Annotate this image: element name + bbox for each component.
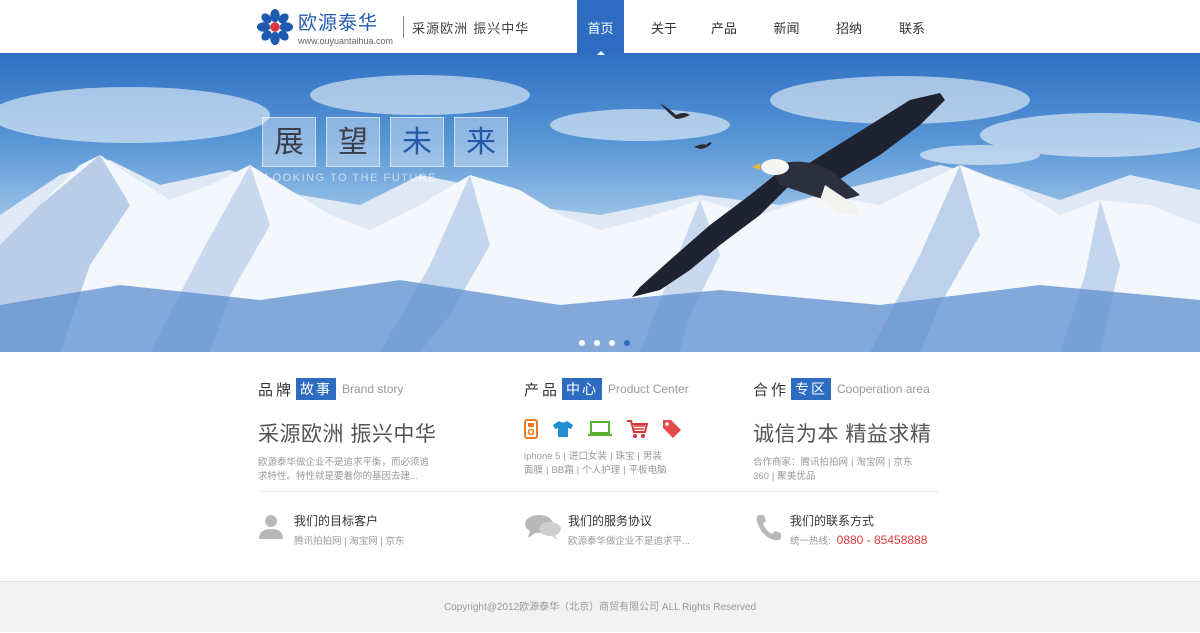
mountain-scenery-image: [0, 75, 1200, 352]
target-customers-block: 我们的目标客户 腾讯拍拍网 | 淘宝网 | 京东: [258, 512, 405, 547]
brand-slogan: 采源欧洲 振兴中华: [412, 21, 530, 37]
cooperation-section: 合作 专区 Cooperation area 诚信为本 精益求精 合作商家：腾讯…: [753, 378, 953, 484]
banner-char: 望: [326, 117, 380, 167]
brand-headline: 采源欧洲 振兴中华: [258, 423, 437, 446]
hotline-number[interactable]: 0880 - 85458888: [837, 533, 928, 547]
mp3-player-icon[interactable]: [524, 419, 538, 439]
product-icons: [524, 418, 724, 440]
service-text: 腾讯拍拍网 | 淘宝网 | 京东: [294, 536, 405, 547]
service-text: 欧源泰华做企业不是追求平...: [568, 536, 690, 547]
product-categories: iphone 5 | 进口女装 | 珠宝 | 男装 面膜 | BB霜 | 个人护理 | 平板电脑: [524, 450, 724, 478]
banner-headline: 展 望 未 来: [262, 117, 508, 167]
section-heading: 品牌 故事 Brand story: [258, 378, 438, 400]
category-link[interactable]: 珠宝: [615, 451, 634, 462]
hotline-label: 统一热线:: [790, 536, 831, 547]
partner-link[interactable]: 聚美优品: [777, 471, 815, 482]
site-logo[interactable]: 欧源泰华 www.ouyuantaihua.com 采源欧洲 振兴中华: [256, 7, 529, 47]
service-agreement-block: 我们的服务协议 欧源泰华做企业不是追求平...: [524, 512, 690, 547]
category-link[interactable]: 男装: [643, 451, 662, 462]
slider-dot-active[interactable]: [624, 340, 630, 346]
brand-name: 欧源泰华: [298, 12, 379, 34]
banner-char: 来: [454, 117, 508, 167]
slider-pagination: [579, 340, 630, 346]
section-heading: 合作 专区 Cooperation area: [753, 378, 953, 400]
section-subtitle: Cooperation area: [837, 382, 930, 396]
cooperation-headline: 诚信为本 精益求精: [753, 423, 932, 446]
copyright-text: Copyright@2012欧源泰华（北京）商贸有限公司 ALL Rights …: [443, 602, 757, 613]
partner-row: 合作商家：腾讯拍拍网 | 淘宝网 | 京东: [753, 457, 913, 468]
category-row: 面膜 | BB霜 | 个人护理 | 平板电脑: [524, 465, 667, 476]
service-title[interactable]: 我们的联系方式: [790, 512, 927, 529]
flower-logo-icon: [256, 8, 294, 46]
user-icon: [259, 515, 283, 539]
section-title: 合作: [753, 380, 790, 399]
site-footer: Copyright@2012欧源泰华（北京）商贸有限公司 ALL Rights …: [0, 581, 1200, 632]
nav-item-contact[interactable]: 联系: [869, 0, 955, 55]
category-link[interactable]: 进口女装: [569, 451, 607, 462]
laptop-icon[interactable]: [588, 421, 612, 437]
category-link[interactable]: 个人护理: [582, 465, 620, 476]
category-row: iphone 5 | 进口女装 | 珠宝 | 男装: [524, 451, 662, 462]
chat-bubbles-icon: [525, 515, 561, 540]
service-text: 统一热线: 0880 - 85458888: [790, 533, 927, 547]
shopping-cart-icon[interactable]: [626, 419, 648, 439]
logo-divider: [403, 16, 405, 38]
category-link[interactable]: BB霜: [551, 465, 573, 476]
banner-char: 未: [390, 117, 444, 167]
nav-item-about[interactable]: 关于: [624, 0, 704, 55]
category-link[interactable]: iphone 5: [524, 451, 560, 462]
partner-link[interactable]: 京东: [893, 457, 912, 468]
partner-link[interactable]: 淘宝网: [857, 457, 886, 468]
nav-item-products[interactable]: 产品: [704, 0, 744, 55]
brand-story-section: 品牌 故事 Brand story 采源欧洲 振兴中华 欧源泰华做企业不是追求平…: [258, 378, 438, 484]
product-center-section: 产品 中心 Product Center iphone 5 | 进口女装 | 珠…: [524, 378, 724, 478]
site-header: 欧源泰华 www.ouyuantaihua.com 采源欧洲 振兴中华 首页 关…: [0, 0, 1200, 55]
service-title[interactable]: 我们的服务协议: [568, 512, 690, 529]
slider-dot[interactable]: [594, 340, 600, 346]
category-link[interactable]: 平板电脑: [629, 465, 667, 476]
nav-item-careers[interactable]: 招纳: [829, 0, 869, 55]
slider-dot[interactable]: [579, 340, 585, 346]
nav-item-news[interactable]: 新闻: [744, 0, 829, 55]
hero-banner[interactable]: 展 望 未 来 LOOKING TO THE FUTURE: [0, 55, 1200, 352]
brand-description: 欧源泰华做企业不是追求平衡，而必须追求特性。特性就是要着你的基因去建...: [258, 457, 430, 482]
section-heading: 产品 中心 Product Center: [524, 378, 724, 400]
brand-url: www.ouyuantaihua.com: [298, 36, 394, 46]
section-subtitle: Product Center: [608, 382, 689, 396]
partner-list: 合作商家：腾讯拍拍网 | 淘宝网 | 京东 360 | 聚美优品: [753, 456, 953, 484]
partner-link[interactable]: 腾讯拍拍网: [801, 457, 849, 468]
partner-link[interactable]: 360: [753, 471, 769, 482]
slider-dot[interactable]: [609, 340, 615, 346]
section-title: 品牌: [258, 380, 295, 399]
section-tag: 故事: [296, 378, 337, 400]
partner-row: 360 | 聚美优品: [753, 471, 816, 482]
contact-info-block: 我们的联系方式 统一热线: 0880 - 85458888: [754, 512, 927, 547]
partners-label: 合作商家：: [753, 457, 801, 468]
banner-char: 展: [262, 117, 316, 167]
main-nav: 首页 关于 产品 新闻 招纳 联系: [577, 0, 955, 55]
content-divider: [258, 491, 938, 492]
phone-icon: [756, 515, 781, 541]
section-tag: 中心: [562, 378, 603, 400]
category-link[interactable]: 面膜: [524, 465, 543, 476]
price-tag-icon[interactable]: [662, 419, 682, 439]
banner-subtitle: LOOKING TO THE FUTURE: [265, 172, 438, 184]
section-title: 产品: [524, 380, 561, 399]
section-subtitle: Brand story: [342, 382, 404, 396]
service-title[interactable]: 我们的目标客户: [294, 512, 405, 529]
nav-item-home[interactable]: 首页: [577, 0, 624, 55]
tshirt-icon[interactable]: [552, 420, 574, 438]
section-tag: 专区: [791, 378, 832, 400]
